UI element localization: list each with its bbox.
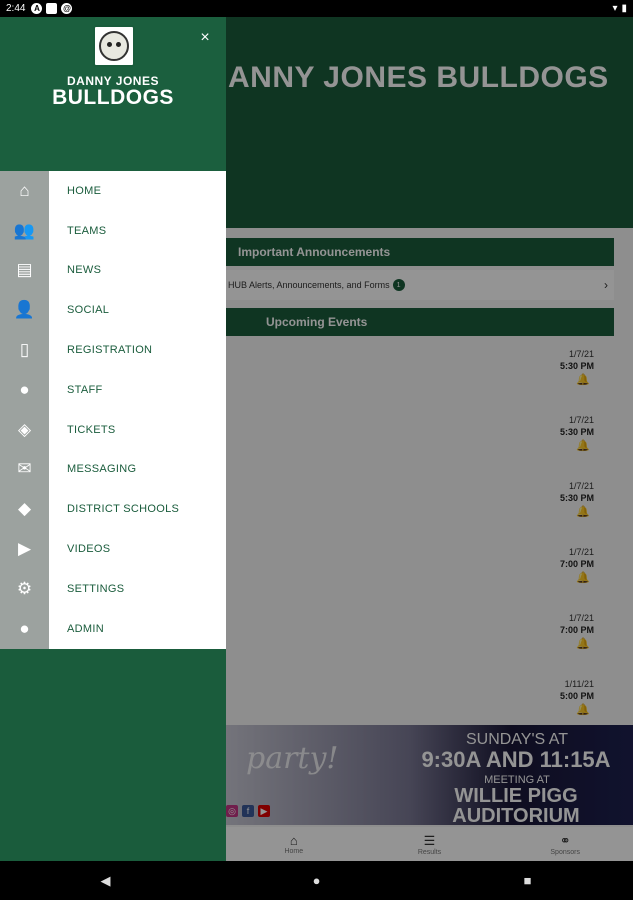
menu-item-settings[interactable]: ⚙ SETTINGS: [0, 569, 226, 609]
bulldog-logo: [93, 25, 135, 67]
graduation-cap-icon: ◆: [17, 499, 32, 519]
home-icon: ⌂: [19, 180, 30, 200]
menu-item-news[interactable]: ▤ NEWS: [0, 251, 226, 291]
close-icon[interactable]: ×: [196, 29, 214, 47]
users-icon: 👥: [13, 220, 36, 240]
drawer-header: DANNY JONES BULLDOGS ×: [0, 17, 226, 171]
menu-item-teams[interactable]: 👥 TEAMS: [0, 211, 226, 251]
menu-item-label: HOME: [67, 184, 102, 197]
ticket-icon: ◈: [17, 419, 32, 439]
menu-item-label: SETTINGS: [67, 582, 125, 595]
menu-item-label: REGISTRATION: [67, 344, 153, 357]
sd-card-icon: [46, 3, 58, 14]
menu-item-label: SOCIAL: [67, 304, 110, 317]
home-circle-icon[interactable]: ●: [297, 873, 337, 888]
menu-item-label: TEAMS: [67, 224, 107, 237]
menu-item-label: DISTRICT SCHOOLS: [67, 503, 180, 516]
menu-item-label: MESSAGING: [67, 463, 137, 476]
menu-item-district-schools[interactable]: ◆ DISTRICT SCHOOLS: [0, 489, 226, 529]
menu-item-label: VIDEOS: [67, 543, 111, 556]
back-icon[interactable]: ◀: [86, 873, 126, 889]
newspaper-icon: ▤: [16, 260, 33, 280]
user-plus-icon: 👤: [13, 300, 36, 320]
menu-item-label: TICKETS: [67, 423, 116, 436]
battery-icon: ▮: [621, 3, 627, 14]
menu-item-label: NEWS: [67, 264, 102, 277]
drawer-menu: ⌂ HOME 👥 TEAMS ▤ NEWS 👤 SOCIAL ▯ REGISTR…: [0, 171, 226, 649]
status-bar: 2:44 A @ ▾ ▮: [0, 0, 633, 17]
person-icon: ●: [19, 379, 30, 399]
menu-item-label: ADMIN: [67, 622, 104, 635]
menu-item-messaging[interactable]: ✉ MESSAGING: [0, 450, 226, 490]
menu-item-videos[interactable]: ▶ VIDEOS: [0, 529, 226, 569]
notification-a-icon: A: [31, 3, 43, 14]
wifi-icon: ▾: [612, 3, 618, 14]
play-icon: ▶: [17, 539, 32, 559]
menu-item-social[interactable]: 👤 SOCIAL: [0, 290, 226, 330]
system-nav-bar: ◀ ● ■: [0, 861, 633, 900]
menu-item-home[interactable]: ⌂ HOME: [0, 171, 226, 211]
envelope-icon: ✉: [17, 459, 32, 479]
status-time: 2:44: [6, 3, 26, 14]
admin-icon: ●: [19, 618, 30, 638]
recents-icon[interactable]: ■: [508, 873, 548, 888]
menu-item-registration[interactable]: ▯ REGISTRATION: [0, 330, 226, 370]
at-sign-icon: @: [61, 3, 73, 14]
document-icon: ▯: [19, 340, 30, 360]
logo-line-2: BULLDOGS: [52, 86, 174, 109]
gear-icon: ⚙: [16, 578, 33, 598]
menu-item-staff[interactable]: ● STAFF: [0, 370, 226, 410]
menu-item-tickets[interactable]: ◈ TICKETS: [0, 410, 226, 450]
menu-item-admin[interactable]: ● ADMIN: [0, 609, 226, 649]
menu-item-label: STAFF: [67, 383, 103, 396]
nav-drawer: DANNY JONES BULLDOGS × ⌂ HOME 👥 TEAMS ▤ …: [0, 17, 226, 861]
